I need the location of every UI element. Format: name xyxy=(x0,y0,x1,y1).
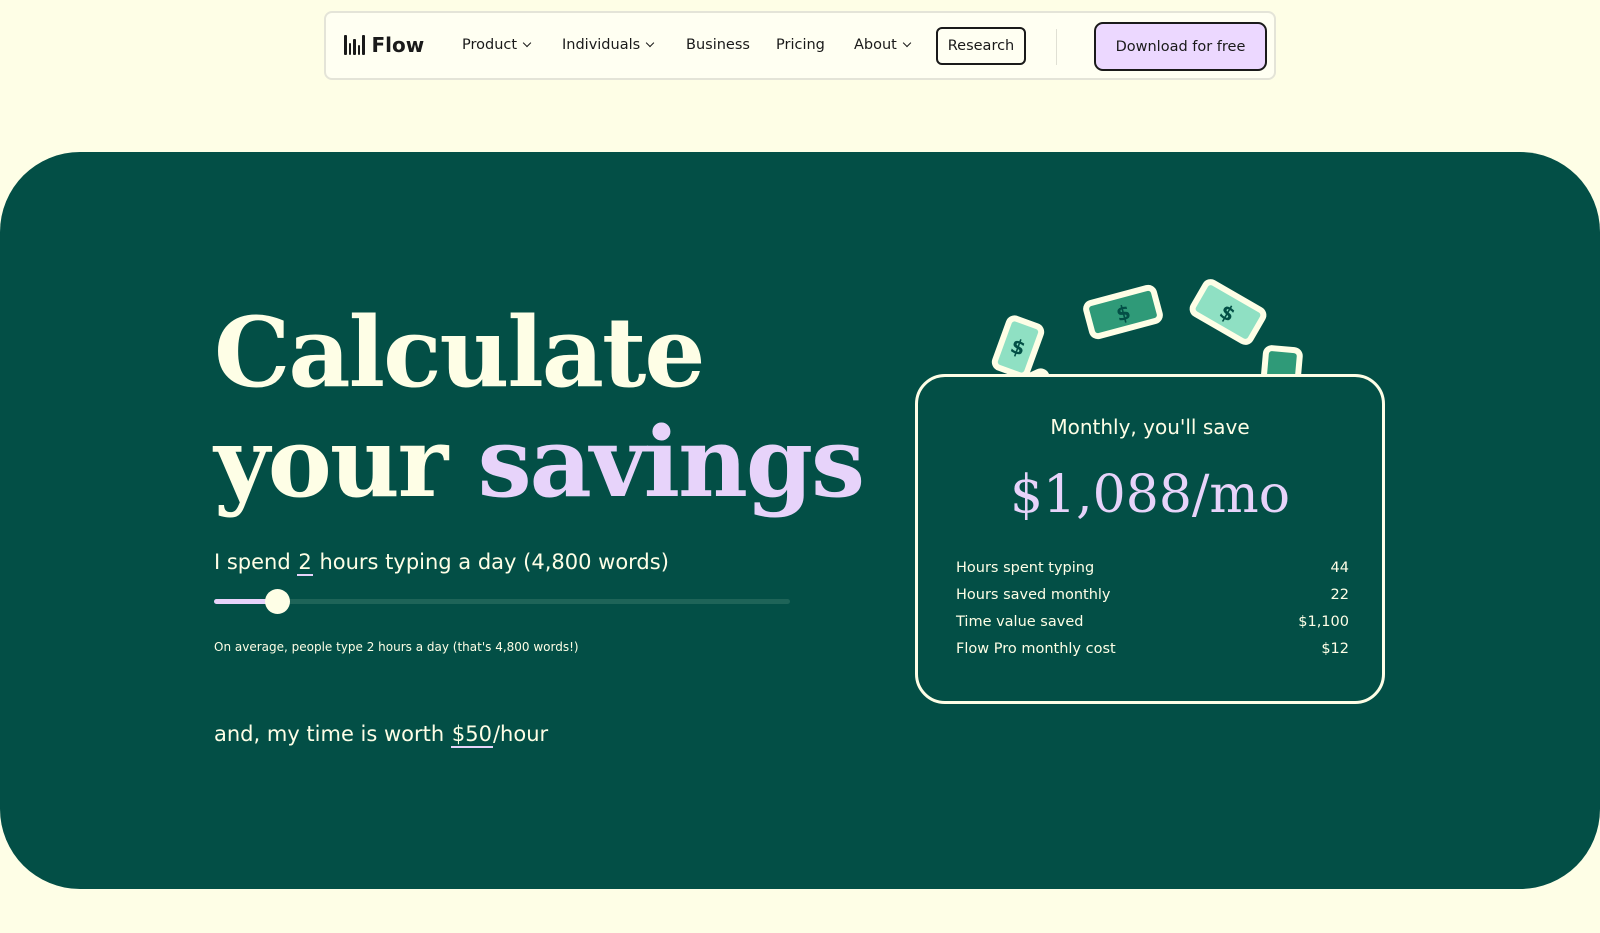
nav-item-individuals[interactable]: Individuals xyxy=(562,37,655,53)
chevron-down-icon xyxy=(522,38,532,48)
hours-slider[interactable] xyxy=(214,586,790,616)
average-note: On average, people type 2 hours a day (t… xyxy=(214,640,579,654)
breakdown-row-hours-typing: Hours spent typing 44 xyxy=(956,560,1349,576)
money-bill-icon: $ xyxy=(1189,279,1267,345)
breakdown-row-hours-saved: Hours saved monthly 22 xyxy=(956,587,1349,603)
brand-logo[interactable]: Flow xyxy=(344,33,424,57)
nav-divider xyxy=(1056,29,1057,65)
hours-value[interactable]: 2 xyxy=(297,550,313,576)
savings-label: Monthly, you'll save xyxy=(1050,415,1250,439)
research-button[interactable]: Research xyxy=(936,27,1026,65)
slider-track[interactable] xyxy=(214,599,790,604)
download-button[interactable]: Download for free xyxy=(1094,22,1267,71)
flow-bars-icon xyxy=(344,35,365,55)
hourly-value-sentence: and, my time is worth $50/hour xyxy=(214,722,549,748)
nav-item-about[interactable]: About xyxy=(854,37,912,53)
breakdown-row-pro-cost: Flow Pro monthly cost $12 xyxy=(956,641,1349,657)
savings-breakdown: Hours spent typing 44 Hours saved monthl… xyxy=(956,560,1349,668)
savings-summary-card: Monthly, you'll save $1,088/mo Hours spe… xyxy=(915,374,1385,704)
slider-thumb[interactable] xyxy=(265,589,290,614)
brand-name: Flow xyxy=(371,33,425,57)
nav-item-product[interactable]: Product xyxy=(462,37,532,53)
hourly-rate-input[interactable]: $50 xyxy=(450,722,493,748)
monthly-savings-amount: $1,088/mo xyxy=(1009,465,1291,525)
nav-item-business[interactable]: Business xyxy=(686,37,750,53)
chevron-down-icon xyxy=(902,38,912,48)
top-nav: Flow Product Individuals Business Pricin… xyxy=(324,11,1276,80)
page-title: Calculate your savings xyxy=(214,296,865,519)
chevron-down-icon xyxy=(645,38,655,48)
typing-hours-sentence: I spend 2 hours typing a day (4,800 word… xyxy=(214,550,669,576)
money-bill-icon: $ xyxy=(991,315,1045,379)
nav-item-pricing[interactable]: Pricing xyxy=(776,37,825,53)
breakdown-row-time-value: Time value saved $1,100 xyxy=(956,614,1349,630)
money-bill-icon: $ xyxy=(1083,284,1163,340)
savings-calculator-panel: Calculate your savings I spend 2 hours t… xyxy=(0,152,1600,889)
